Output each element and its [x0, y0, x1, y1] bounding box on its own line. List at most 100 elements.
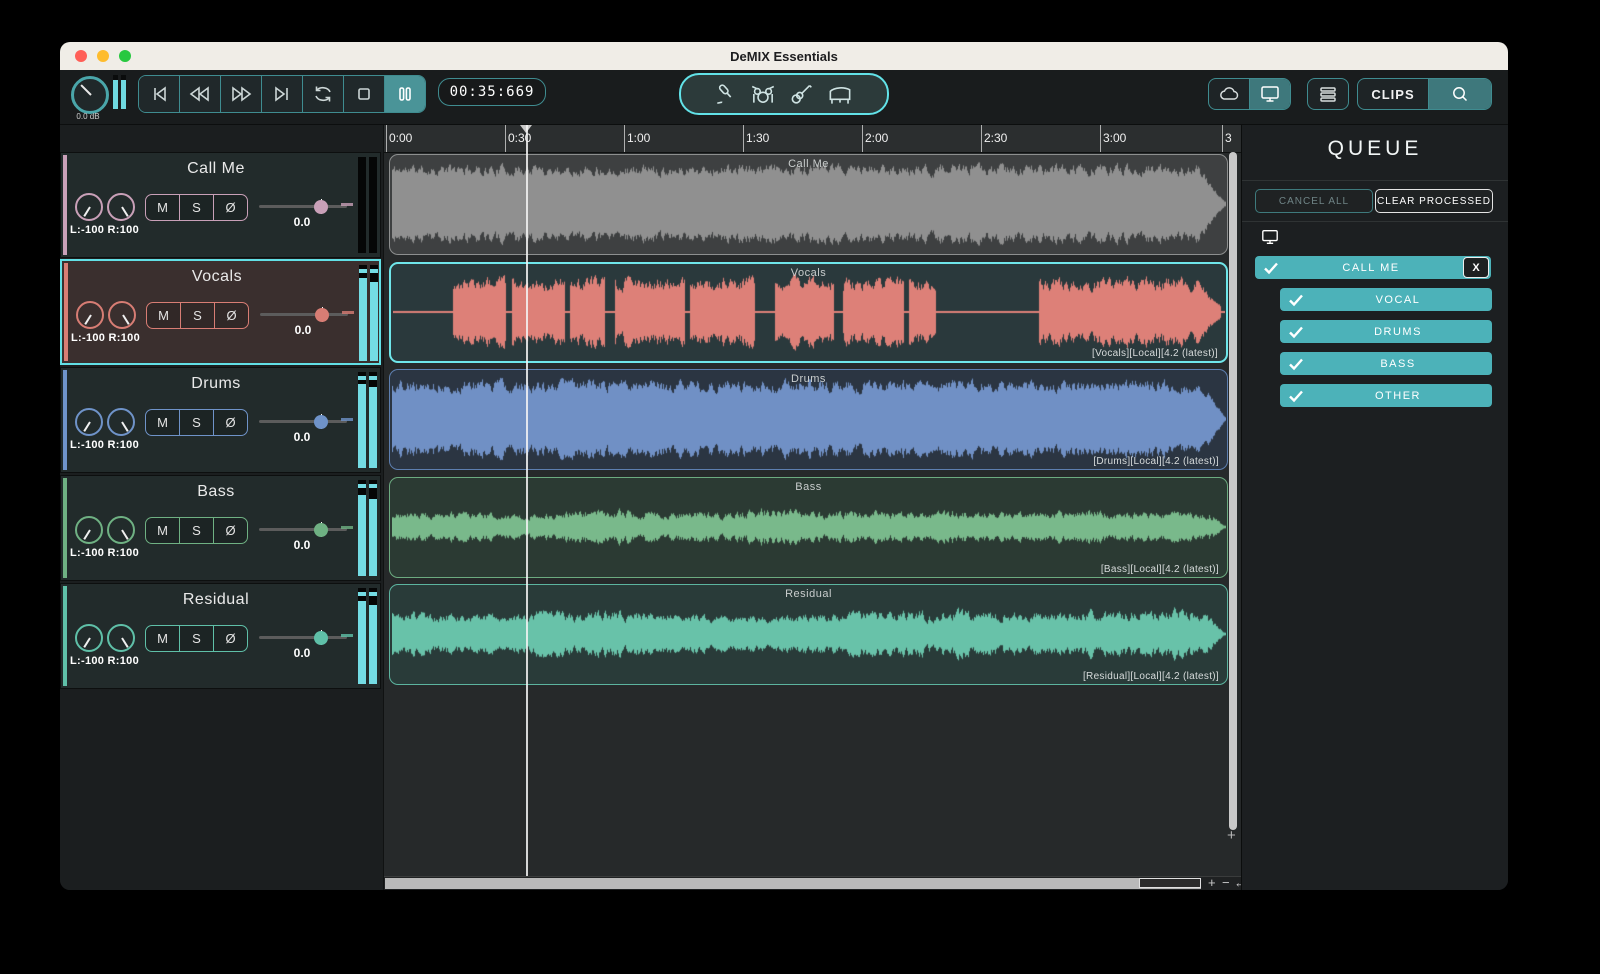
clip-bass[interactable]: Bass [Bass][Local][4.2 (latest)] — [389, 477, 1228, 578]
track-header-vocals[interactable]: Vocals M S Ø 0.0 L:-100 R:100 — [60, 259, 381, 365]
pan-left-knob[interactable] — [76, 301, 104, 329]
clip-label: Bass — [795, 481, 822, 493]
clip-residual[interactable]: Residual [Residual][Local][4.2 (latest)] — [389, 584, 1228, 685]
mute-button[interactable]: M — [146, 626, 180, 651]
rewind-button[interactable] — [180, 76, 221, 112]
horizontal-scrollbar-thumb[interactable] — [1139, 878, 1201, 888]
zoom-out-button[interactable]: − — [1222, 875, 1230, 890]
clip-version-tag: [Residual][Local][4.2 (latest)] — [1082, 671, 1219, 682]
pan-right-knob[interactable] — [107, 516, 135, 544]
pan-left-knob[interactable] — [75, 193, 103, 221]
pan-left-knob[interactable] — [75, 408, 103, 436]
phase-button[interactable]: Ø — [214, 626, 247, 651]
master-volume-knob[interactable] — [71, 76, 109, 114]
ruler-label: 2:00 — [865, 131, 889, 145]
mute-button[interactable]: M — [146, 410, 180, 435]
clip-label: Call Me — [788, 158, 829, 170]
clip-drums[interactable]: Drums [Drums][Local][4.2 (latest)] — [389, 369, 1228, 470]
stop-button[interactable] — [344, 76, 385, 112]
piano-icon[interactable] — [825, 81, 855, 107]
queue-stem-vocal[interactable]: VOCAL — [1280, 288, 1492, 311]
queue-stem-drums[interactable]: DRUMS — [1280, 320, 1492, 343]
time-display[interactable]: 00:35:669 — [438, 78, 546, 106]
level-meter-right — [369, 480, 377, 576]
solo-button[interactable]: S — [181, 303, 215, 328]
guitar-icon[interactable] — [787, 81, 815, 107]
remove-job-button[interactable]: X — [1463, 257, 1489, 278]
clips-button[interactable]: CLIPS — [1358, 79, 1429, 109]
horizontal-scrollbar[interactable] — [385, 878, 1201, 889]
fader-handle[interactable] — [313, 630, 328, 645]
fader-handle[interactable] — [313, 522, 328, 537]
microphone-icon[interactable] — [713, 81, 739, 107]
cloud-icon[interactable] — [1209, 79, 1250, 109]
maximize-window-button[interactable] — [119, 50, 131, 62]
phase-button[interactable]: Ø — [214, 410, 247, 435]
mute-button[interactable]: M — [147, 303, 181, 328]
volume-fader[interactable] — [259, 630, 347, 645]
minimize-window-button[interactable] — [97, 50, 109, 62]
solo-button[interactable]: S — [180, 626, 214, 651]
search-button[interactable] — [1429, 79, 1491, 109]
fader-value: 0.0 — [293, 430, 311, 444]
solo-button[interactable]: S — [180, 410, 214, 435]
local-device-icon — [1259, 228, 1281, 251]
pan-right-knob[interactable] — [108, 301, 136, 329]
level-meter-right — [369, 372, 377, 468]
volume-fader[interactable] — [260, 307, 348, 322]
mute-button[interactable]: M — [146, 195, 180, 220]
clip-version-tag: [Bass][Local][4.2 (latest)] — [1100, 564, 1219, 575]
fast-forward-button[interactable] — [221, 76, 262, 112]
skip-to-end-button[interactable] — [262, 76, 303, 112]
mute-button[interactable]: M — [146, 518, 180, 543]
volume-fader[interactable] — [259, 199, 347, 214]
timeline-ruler[interactable]: 0:00 0:30 1:00 1:30 2:00 2:30 3:00 3 — [384, 125, 1241, 153]
phase-button[interactable]: Ø — [214, 195, 247, 220]
queue-stem-bass[interactable]: BASS — [1280, 352, 1492, 375]
track-header-residual[interactable]: Residual M S Ø 0.0 L:-100 R:100 — [60, 583, 381, 689]
menu-button[interactable] — [1307, 78, 1349, 110]
level-meter-left — [359, 265, 367, 361]
vertical-zoom-in-button[interactable]: + — [1227, 827, 1236, 844]
track-header-drums[interactable]: Drums M S Ø 0.0 L:-100 R:100 — [60, 367, 381, 473]
solo-button[interactable]: S — [180, 195, 214, 220]
volume-fader[interactable] — [259, 414, 347, 429]
pan-center-mark — [342, 311, 354, 314]
fader-handle[interactable] — [313, 414, 328, 429]
drumkit-icon[interactable] — [749, 81, 777, 107]
monitor-icon[interactable] — [1250, 79, 1290, 109]
pan-right-knob[interactable] — [107, 624, 135, 652]
clip-call-me[interactable]: Call Me — [389, 154, 1228, 255]
queue-stem-other[interactable]: OTHER — [1280, 384, 1492, 407]
solo-button[interactable]: S — [180, 518, 214, 543]
track-header-call-me[interactable]: Call Me M S Ø 0.0 L:-100 R:100 — [60, 152, 381, 258]
arrangement-area: 0:00 0:30 1:00 1:30 2:00 2:30 3:00 3 Cal… — [383, 125, 1247, 890]
playhead-line[interactable] — [526, 125, 528, 877]
loop-button[interactable] — [303, 76, 344, 112]
pause-button[interactable] — [385, 76, 425, 112]
fader-handle[interactable] — [313, 199, 328, 214]
ruler-label: 0:00 — [389, 131, 413, 145]
queue-job-call-me[interactable]: CALL ME X — [1255, 256, 1491, 279]
zoom-in-button[interactable]: + — [1208, 875, 1216, 890]
phase-button[interactable]: Ø — [214, 518, 247, 543]
track-name: Vocals — [191, 268, 243, 285]
clear-processed-button[interactable]: CLEAR PROCESSED — [1375, 189, 1493, 213]
cancel-all-button[interactable]: CANCEL ALL — [1255, 189, 1373, 213]
pan-left-knob[interactable] — [75, 624, 103, 652]
close-window-button[interactable] — [75, 50, 87, 62]
clip-vocals[interactable]: Vocals [Vocals][Local][4.2 (latest)] — [389, 262, 1228, 363]
clip-version-tag: [Vocals][Local][4.2 (latest)] — [1092, 348, 1218, 359]
volume-fader[interactable] — [259, 522, 347, 537]
fader-handle[interactable] — [314, 307, 329, 322]
pan-right-knob[interactable] — [107, 408, 135, 436]
pan-left-knob[interactable] — [75, 516, 103, 544]
ruler-label: 3 — [1225, 131, 1232, 145]
track-header-bass[interactable]: Bass M S Ø 0.0 L:-100 R:100 — [60, 475, 381, 581]
ruler-label: 1:00 — [627, 131, 651, 145]
skip-to-start-button[interactable] — [139, 76, 180, 112]
vertical-scrollbar[interactable] — [1229, 152, 1237, 830]
clip-label: Vocals — [790, 267, 827, 279]
pan-right-knob[interactable] — [107, 193, 135, 221]
phase-button[interactable]: Ø — [215, 303, 248, 328]
